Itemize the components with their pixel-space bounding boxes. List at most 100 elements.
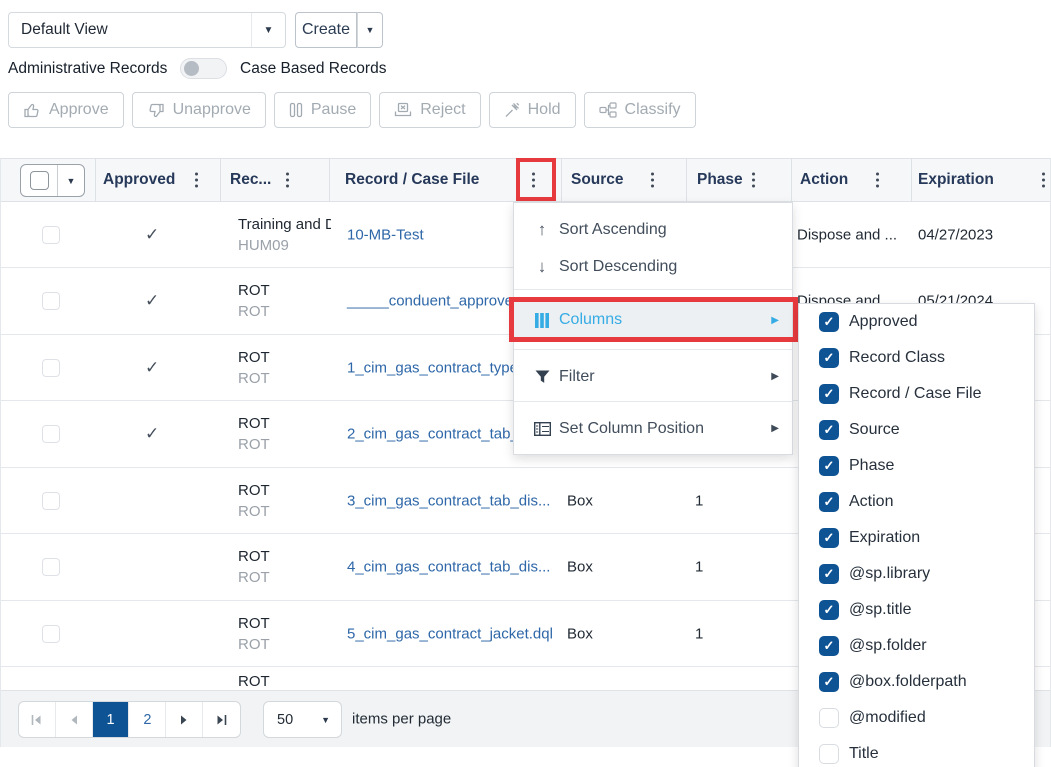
create-button[interactable]: Create bbox=[295, 12, 357, 48]
first-page-button[interactable] bbox=[19, 702, 56, 737]
checkbox-icon[interactable]: ✓ bbox=[819, 564, 839, 584]
column-menu-button-approved[interactable] bbox=[195, 173, 198, 188]
row-checkbox[interactable] bbox=[42, 359, 60, 377]
hold-button[interactable]: Hold bbox=[489, 92, 576, 128]
menu-item-label: Set Column Position bbox=[559, 420, 704, 438]
column-header-source[interactable]: Source bbox=[571, 171, 624, 189]
checkbox-icon[interactable]: ✓ bbox=[819, 744, 839, 764]
column-header-phase[interactable]: Phase bbox=[697, 171, 743, 189]
row-checkbox[interactable] bbox=[42, 558, 60, 576]
menu-item-set-column-position[interactable]: Set Column Position ▶ bbox=[514, 410, 792, 447]
submenu-item-approved[interactable]: ✓ Approved bbox=[799, 304, 1034, 340]
record-type-toggle[interactable] bbox=[180, 58, 227, 79]
page-button-1[interactable]: 1 bbox=[93, 702, 130, 737]
record-class-cell: ROT ROT bbox=[238, 480, 270, 522]
submenu-item-action[interactable]: ✓ Action bbox=[799, 484, 1034, 520]
submenu-item-record-class[interactable]: ✓ Record Class bbox=[799, 340, 1034, 376]
menu-item-sort-ascending[interactable]: ↑ Sort Ascending bbox=[514, 211, 792, 248]
classify-label: Classify bbox=[625, 101, 681, 119]
last-page-icon bbox=[216, 715, 227, 725]
submenu-item-label: @box.folderpath bbox=[849, 673, 967, 691]
grid-header: ▼ Approved Rec... Record / Case File Sou… bbox=[0, 158, 1051, 202]
column-menu-button-phase[interactable] bbox=[752, 173, 755, 188]
approve-button[interactable]: Approve bbox=[8, 92, 124, 128]
submenu-item-source[interactable]: ✓ Source bbox=[799, 412, 1034, 448]
pause-button[interactable]: Pause bbox=[274, 92, 371, 128]
menu-item-filter[interactable]: Filter ▶ bbox=[514, 358, 792, 395]
checkbox-icon[interactable]: ✓ bbox=[819, 600, 839, 620]
submenu-item-title[interactable]: ✓ Title bbox=[799, 736, 1034, 767]
column-header-record-class[interactable]: Rec... bbox=[230, 171, 271, 189]
checkbox-icon[interactable]: ✓ bbox=[819, 312, 839, 332]
record-file-link[interactable]: 10-MB-Test bbox=[347, 226, 424, 243]
checkbox-icon[interactable]: ✓ bbox=[819, 420, 839, 440]
submenu-item-box-folderpath[interactable]: ✓ @box.folderpath bbox=[799, 664, 1034, 700]
row-checkbox[interactable] bbox=[42, 625, 60, 643]
page-button-2[interactable]: 2 bbox=[129, 702, 166, 737]
view-select-open-button[interactable]: ▼ bbox=[251, 13, 285, 47]
view-select[interactable]: Default View ▼ bbox=[8, 12, 286, 48]
column-header-record-case-file[interactable]: Record / Case File bbox=[345, 171, 479, 189]
checkbox-icon[interactable]: ✓ bbox=[819, 492, 839, 512]
submenu-item-label: Approved bbox=[849, 313, 918, 331]
column-menu-button-record-class[interactable] bbox=[286, 173, 289, 188]
select-all-checkbox[interactable] bbox=[21, 165, 58, 196]
column-header-action[interactable]: Action bbox=[800, 171, 848, 189]
submenu-item-sp-title[interactable]: ✓ @sp.title bbox=[799, 592, 1034, 628]
menu-item-columns[interactable]: Columns ▶ bbox=[514, 300, 792, 340]
submenu-item-expiration[interactable]: ✓ Expiration bbox=[799, 520, 1034, 556]
menu-item-sort-descending[interactable]: ↓ Sort Descending bbox=[514, 248, 792, 285]
select-all-dropdown[interactable]: ▼ bbox=[58, 165, 84, 196]
row-checkbox[interactable] bbox=[42, 226, 60, 244]
reject-button[interactable]: Reject bbox=[379, 92, 480, 128]
record-class-code: ROT bbox=[238, 368, 270, 389]
record-class-name: ROT bbox=[238, 347, 270, 368]
page-size-select[interactable]: 50 ▼ bbox=[263, 701, 342, 738]
submenu-item-label: @modified bbox=[849, 709, 926, 727]
row-checkbox[interactable] bbox=[42, 292, 60, 310]
next-page-button[interactable] bbox=[166, 702, 203, 737]
checkbox-icon[interactable]: ✓ bbox=[819, 636, 839, 656]
submenu-item-label: Phase bbox=[849, 457, 894, 475]
record-file-link[interactable]: 1_cim_gas_contract_type bbox=[347, 359, 518, 376]
submenu-item-sp-folder[interactable]: ✓ @sp.folder bbox=[799, 628, 1034, 664]
unapprove-button[interactable]: Unapprove bbox=[132, 92, 266, 128]
items-per-page-label: items per page bbox=[352, 711, 451, 728]
record-file-link[interactable]: _____conduent_approve bbox=[347, 293, 513, 310]
create-dropdown-button[interactable]: ▼ bbox=[357, 12, 383, 48]
row-checkbox[interactable] bbox=[42, 492, 60, 510]
approved-check-icon: ✓ bbox=[145, 291, 159, 311]
filter-icon bbox=[530, 370, 554, 384]
checkbox-icon[interactable]: ✓ bbox=[819, 528, 839, 548]
column-menu-button-record-case-file[interactable] bbox=[532, 173, 535, 188]
record-class-cell: ROT ROT bbox=[238, 613, 270, 655]
record-file-link[interactable]: 4_cim_gas_contract_tab_dis... bbox=[347, 559, 550, 576]
classify-button[interactable]: Classify bbox=[584, 92, 696, 128]
column-menu-button-expiration[interactable] bbox=[1042, 173, 1045, 188]
submenu-item-sp-library[interactable]: ✓ @sp.library bbox=[799, 556, 1034, 592]
record-class-cell: ROT ROT bbox=[238, 413, 270, 455]
column-menu-button-source[interactable] bbox=[651, 173, 654, 188]
phase-cell: 1 bbox=[695, 625, 703, 642]
record-file-link[interactable]: 2_cim_gas_contract_tab_ bbox=[347, 426, 519, 443]
checkbox-icon[interactable]: ✓ bbox=[819, 708, 839, 728]
submenu-item-phase[interactable]: ✓ Phase bbox=[799, 448, 1034, 484]
record-class-name: ROT bbox=[238, 413, 270, 434]
record-file-link[interactable]: 3_cim_gas_contract_tab_dis... bbox=[347, 492, 550, 509]
record-actions-toolbar: Approve Unapprove Pause Reject Hold Clas… bbox=[8, 92, 696, 128]
last-page-button[interactable] bbox=[203, 702, 240, 737]
checkbox-icon[interactable]: ✓ bbox=[819, 456, 839, 476]
column-menu-button-action[interactable] bbox=[876, 173, 879, 188]
submenu-item-record-case-file[interactable]: ✓ Record / Case File bbox=[799, 376, 1034, 412]
previous-page-button[interactable] bbox=[56, 702, 93, 737]
row-checkbox[interactable] bbox=[42, 425, 60, 443]
checkbox-icon[interactable]: ✓ bbox=[819, 384, 839, 404]
classify-icon bbox=[599, 102, 617, 118]
checkbox-icon[interactable]: ✓ bbox=[819, 672, 839, 692]
submenu-item-label: Expiration bbox=[849, 529, 920, 547]
column-header-expiration[interactable]: Expiration bbox=[918, 171, 994, 189]
column-header-approved[interactable]: Approved bbox=[103, 171, 175, 189]
record-file-link[interactable]: 5_cim_gas_contract_jacket.dql bbox=[347, 625, 553, 642]
submenu-item-modified[interactable]: ✓ @modified bbox=[799, 700, 1034, 736]
checkbox-icon[interactable]: ✓ bbox=[819, 348, 839, 368]
